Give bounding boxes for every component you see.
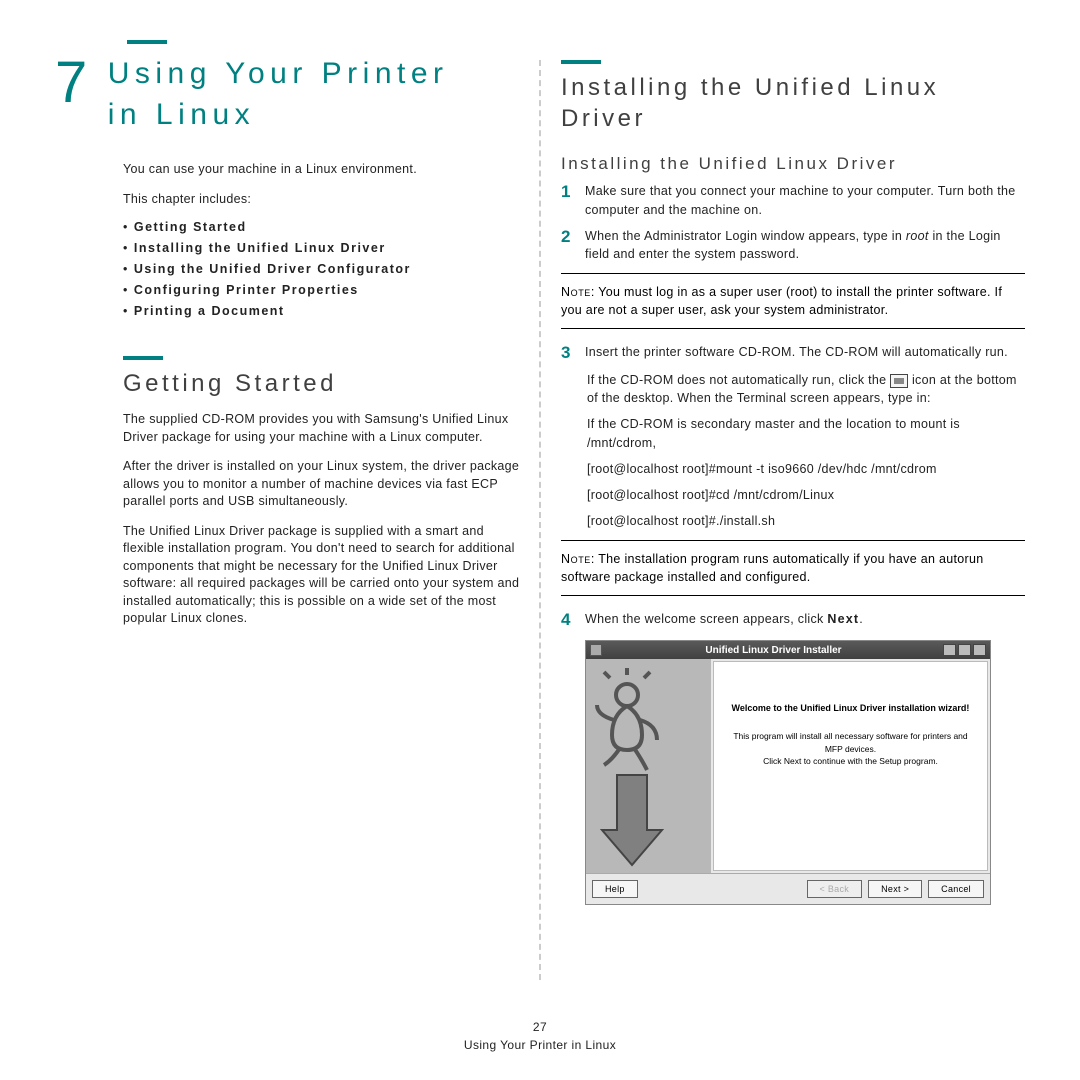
installer-side-graphic (586, 659, 711, 873)
step-number: 4 (561, 610, 585, 630)
command-text: [root@localhost root]#cd /mnt/cdrom/Linu… (587, 486, 1025, 504)
installer-desc: This program will install all necessary … (724, 730, 977, 756)
app-icon (590, 644, 602, 656)
section-header: Installing the Unified Linux Driver (561, 60, 1025, 134)
chapter-title: Using Your Printer in Linux (108, 54, 488, 135)
installer-footer: Help < Back Next > Cancel (586, 873, 990, 904)
note-label: Note (561, 285, 591, 299)
help-window-icon (943, 644, 956, 656)
note-box: Note: You must log in as a super user (r… (561, 273, 1025, 329)
sub-instruction: If the CD-ROM is secondary master and th… (587, 415, 1025, 451)
body-paragraph: The Unified Linux Driver package is supp… (123, 523, 527, 628)
installer-title: Unified Linux Driver Installer (606, 645, 941, 656)
getting-started-heading: Getting Started (123, 368, 527, 399)
body-paragraph: The supplied CD-ROM provides you with Sa… (123, 411, 527, 446)
step-number: 3 (561, 343, 585, 363)
note-box: Note: The installation program runs auto… (561, 540, 1025, 596)
minimize-icon (958, 644, 971, 656)
installer-desc: Click Next to continue with the Setup pr… (724, 755, 977, 768)
footer-label: Using Your Printer in Linux (0, 1036, 1080, 1054)
step-list: 3 Insert the printer software CD-ROM. Th… (561, 343, 1025, 363)
command-text: [root@localhost root]#./install.sh (587, 512, 1025, 530)
page-footer: 27 Using Your Printer in Linux (0, 1018, 1080, 1054)
cancel-button[interactable]: Cancel (928, 880, 984, 898)
toc-item: Printing a Document (123, 304, 527, 318)
help-button[interactable]: Help (592, 880, 638, 898)
note-text: : The installation program runs automati… (561, 552, 984, 584)
installer-screenshot: Unified Linux Driver Installer (585, 640, 991, 905)
back-button[interactable]: < Back (807, 880, 863, 898)
note-text: : You must log in as a super user (root)… (561, 285, 1002, 317)
sub-instruction: If the CD-ROM does not automatically run… (587, 371, 1025, 407)
note-label: Note (561, 552, 591, 566)
command-text: [root@localhost root]#mount -t iso9660 /… (587, 460, 1025, 478)
body-paragraph: After the driver is installed on your Li… (123, 458, 527, 511)
step-text: When the welcome screen appears, click N… (585, 610, 863, 630)
section-header: Getting Started (55, 356, 527, 399)
installer-content: Welcome to the Unified Linux Driver inst… (713, 661, 988, 871)
chapter-toc: Getting Started Installing the Unified L… (123, 220, 527, 318)
chapter-number: 7 (55, 54, 89, 112)
toc-item: Configuring Printer Properties (123, 283, 527, 297)
close-icon (973, 644, 986, 656)
installing-subheading: Installing the Unified Linux Driver (561, 154, 1025, 174)
terminal-icon (890, 374, 908, 388)
step-text: Make sure that you connect your machine … (585, 182, 1025, 218)
includes-label: This chapter includes: (123, 191, 527, 209)
toc-item: Using the Unified Driver Configurator (123, 262, 527, 276)
chapter-header: 7 Using Your Printer in Linux (55, 40, 527, 135)
installing-heading: Installing the Unified Linux Driver (561, 72, 1025, 134)
step-number: 2 (561, 227, 585, 263)
step-list: 1 Make sure that you connect your machin… (561, 182, 1025, 263)
next-button[interactable]: Next > (868, 880, 922, 898)
installer-welcome: Welcome to the Unified Linux Driver inst… (724, 702, 977, 716)
step-text: Insert the printer software CD-ROM. The … (585, 343, 1008, 363)
page-number: 27 (0, 1018, 1080, 1036)
installer-titlebar: Unified Linux Driver Installer (586, 641, 990, 659)
toc-item: Getting Started (123, 220, 527, 234)
step-list: 4 When the welcome screen appears, click… (561, 610, 1025, 630)
step-number: 1 (561, 182, 585, 218)
step-text: When the Administrator Login window appe… (585, 227, 1025, 263)
intro-text: You can use your machine in a Linux envi… (123, 161, 527, 179)
toc-item: Installing the Unified Linux Driver (123, 241, 527, 255)
